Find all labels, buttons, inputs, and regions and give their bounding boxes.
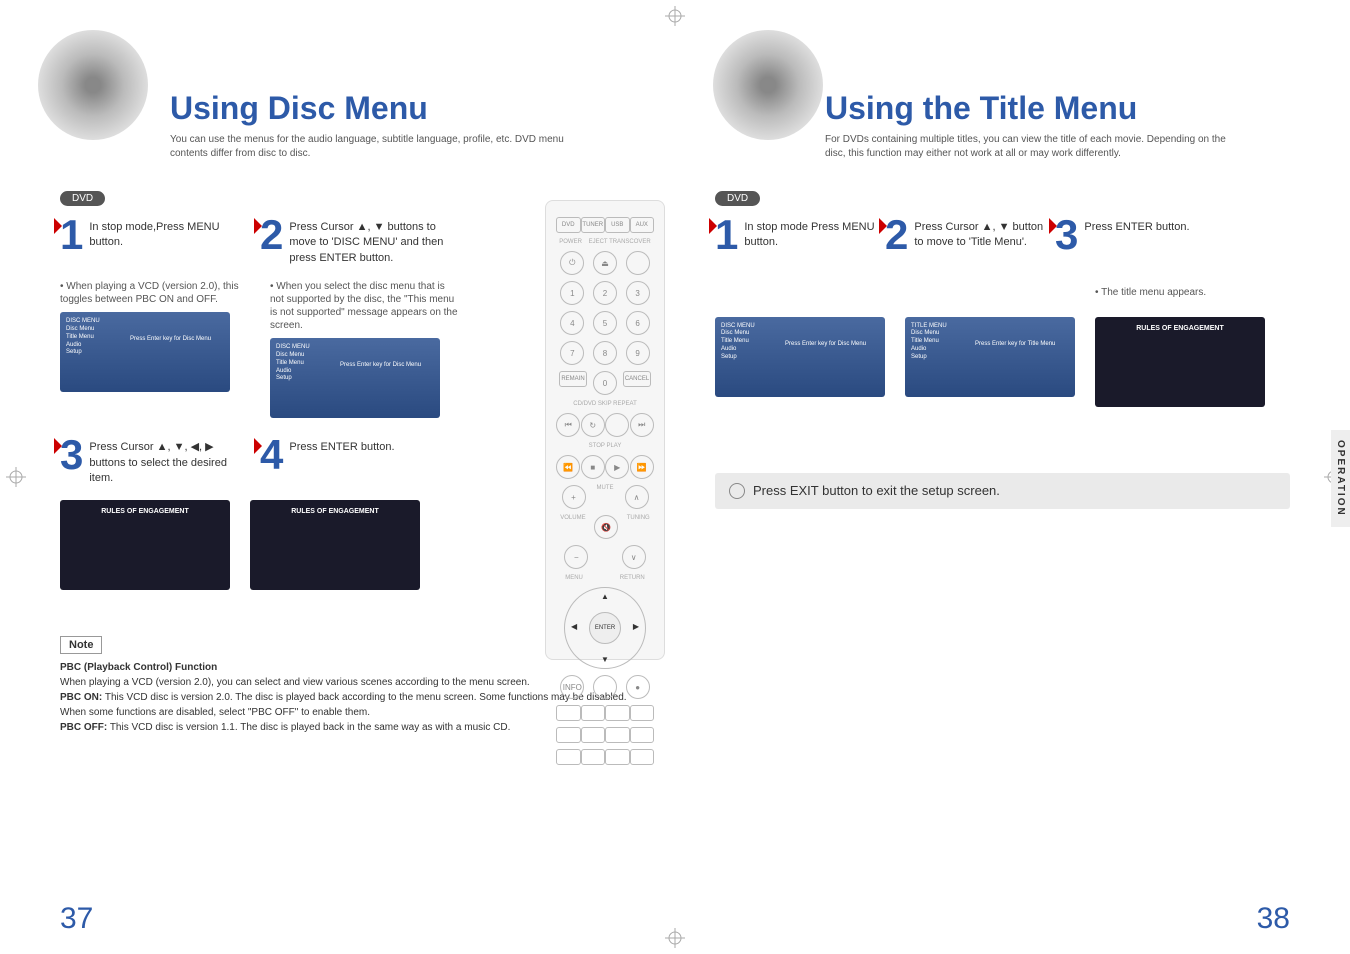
dash-icon bbox=[729, 483, 745, 499]
dvd-badge: DVD bbox=[715, 191, 760, 206]
remote-usb-button: USB bbox=[605, 217, 630, 233]
disc-icon bbox=[38, 30, 148, 140]
note-label: Note bbox=[60, 636, 102, 654]
remote-dvd-button: DVD bbox=[556, 217, 581, 233]
remote-info-button: INFO bbox=[560, 675, 584, 699]
screen-preview: DISC MENUDisc MenuTitle MenuAudioSetup P… bbox=[60, 312, 230, 392]
step-text: Press Cursor ▲, ▼ button to move to 'Tit… bbox=[914, 218, 1045, 252]
screen-preview: RULES OF ENGAGEMENT bbox=[250, 500, 420, 590]
remote-aux-button: AUX bbox=[630, 217, 655, 233]
step-text: Press Cursor ▲, ▼ buttons to move to 'DI… bbox=[289, 218, 450, 266]
bullet-text: • When playing a VCD (version 2.0), this… bbox=[60, 280, 250, 306]
page-right: Using the Title Menu For DVDs containing… bbox=[675, 0, 1350, 954]
screen-preview: RULES OF ENGAGEMENT bbox=[1095, 317, 1265, 407]
exit-instruction: Press EXIT button to exit the setup scre… bbox=[715, 473, 1290, 509]
step-number: 4 bbox=[260, 438, 283, 486]
screen-preview: TITLE MENUDisc MenuTitle MenuAudioSetup … bbox=[905, 317, 1075, 397]
step-text: Press ENTER button. bbox=[289, 438, 394, 486]
page-number: 38 bbox=[1257, 902, 1290, 936]
page-left: Using Disc Menu You can use the menus fo… bbox=[0, 0, 675, 954]
note-body: PBC (Playback Control) Function When pla… bbox=[60, 660, 635, 735]
step-3: 3 Press Cursor ▲, ▼, ◀, ▶ buttons to sel… bbox=[60, 438, 250, 486]
step-text: In stop mode,Press MENU button. bbox=[89, 218, 250, 266]
remote-tuner-button: TUNER bbox=[581, 217, 606, 233]
page-number: 37 bbox=[60, 902, 93, 936]
step-number: 2 bbox=[885, 218, 908, 252]
disc-icon bbox=[713, 30, 823, 140]
step-number: 2 bbox=[260, 218, 283, 266]
section-tab: OPERATION bbox=[1331, 430, 1350, 527]
step-1: 1 In stop mode,Press MENU button. bbox=[60, 218, 250, 266]
page-title: Using the Title Menu bbox=[825, 90, 1290, 127]
step-3: 3 Press ENTER button. bbox=[1055, 218, 1215, 252]
screen-preview: RULES OF ENGAGEMENT bbox=[60, 500, 230, 590]
step-text: Press ENTER button. bbox=[1084, 218, 1189, 252]
step-text: In stop mode Press MENU button. bbox=[744, 218, 875, 252]
step-number: 3 bbox=[1055, 218, 1078, 252]
dvd-badge: DVD bbox=[60, 191, 105, 206]
step-number: 1 bbox=[715, 218, 738, 252]
step-2: 2 Press Cursor ▲, ▼ buttons to move to '… bbox=[260, 218, 450, 266]
step-number: 1 bbox=[60, 218, 83, 266]
step-text: Press Cursor ▲, ▼, ◀, ▶ buttons to selec… bbox=[89, 438, 250, 486]
page-subtitle: For DVDs containing multiple titles, you… bbox=[825, 133, 1245, 161]
remote-transcover-button bbox=[626, 251, 650, 275]
remote-psp-button: ● bbox=[626, 675, 650, 699]
step-number: 3 bbox=[60, 438, 83, 486]
bullet-text: • When you select the disc menu that is … bbox=[270, 280, 460, 332]
remote-eject-button: ⏏ bbox=[593, 251, 617, 275]
page-subtitle: You can use the menus for the audio lang… bbox=[170, 133, 590, 161]
remote-enter-button: ENTER bbox=[589, 612, 621, 644]
screen-preview: DISC MENUDisc MenuTitle MenuAudioSetup P… bbox=[270, 338, 440, 418]
page-title: Using Disc Menu bbox=[170, 90, 635, 127]
step-4: 4 Press ENTER button. bbox=[260, 438, 450, 486]
remote-power-button: ⏻ bbox=[560, 251, 584, 275]
remote-diagram: DVD TUNER USB AUX POWER EJECT TRANSCOVER… bbox=[545, 200, 665, 660]
remote-dpad: ▲ ▼ ◀ ▶ ENTER bbox=[564, 587, 646, 669]
step-2: 2 Press Cursor ▲, ▼ button to move to 'T… bbox=[885, 218, 1045, 252]
step-1: 1 In stop mode Press MENU button. bbox=[715, 218, 875, 252]
screen-preview: DISC MENUDisc MenuTitle MenuAudioSetup P… bbox=[715, 317, 885, 397]
bullet-text: • The title menu appears. bbox=[1095, 286, 1265, 299]
